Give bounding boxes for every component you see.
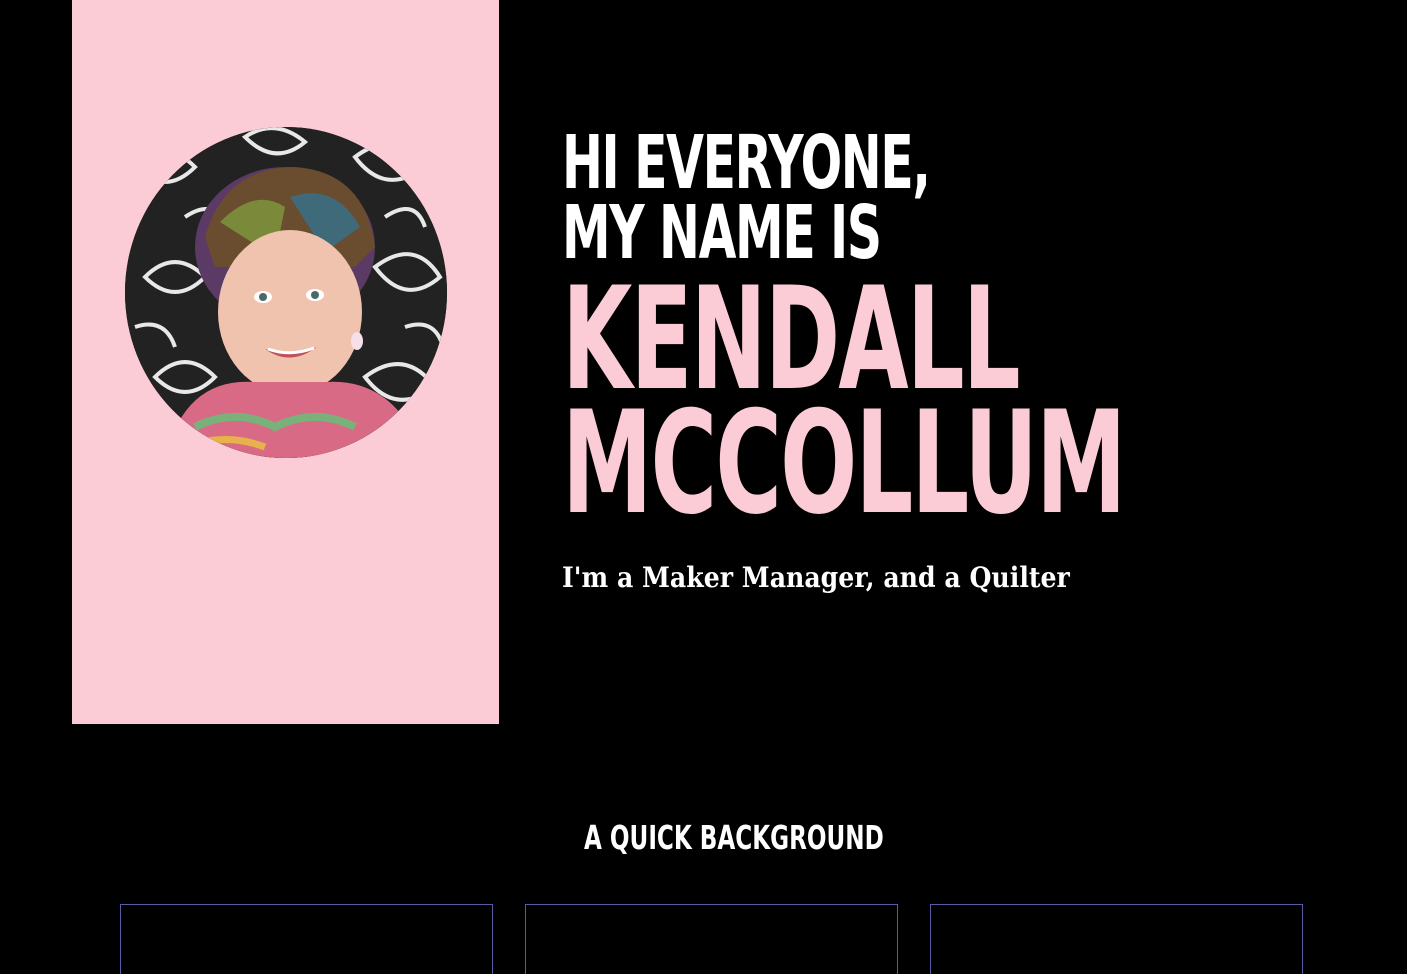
profile-panel [72,0,499,724]
section-title-background: A QUICK BACKGROUND [584,818,884,857]
page: HI EVERYONE, MY NAME IS KENDALL MCCOLLUM… [0,0,1407,974]
hero-heading: HI EVERYONE, MY NAME IS KENDALL MCCOLLUM [562,120,1407,546]
background-card [525,904,898,974]
profile-photo [125,127,447,458]
name-heading: KENDALL MCCOLLUM [562,269,1407,546]
background-card [120,904,493,974]
name-last: MCCOLLUM [562,381,1126,546]
background-card [930,904,1303,974]
greeting-line-1: HI EVERYONE, [562,120,931,206]
tagline: I'm a Maker Manager, and a Quilter [562,561,1070,594]
profile-photo-illustration [125,127,447,458]
